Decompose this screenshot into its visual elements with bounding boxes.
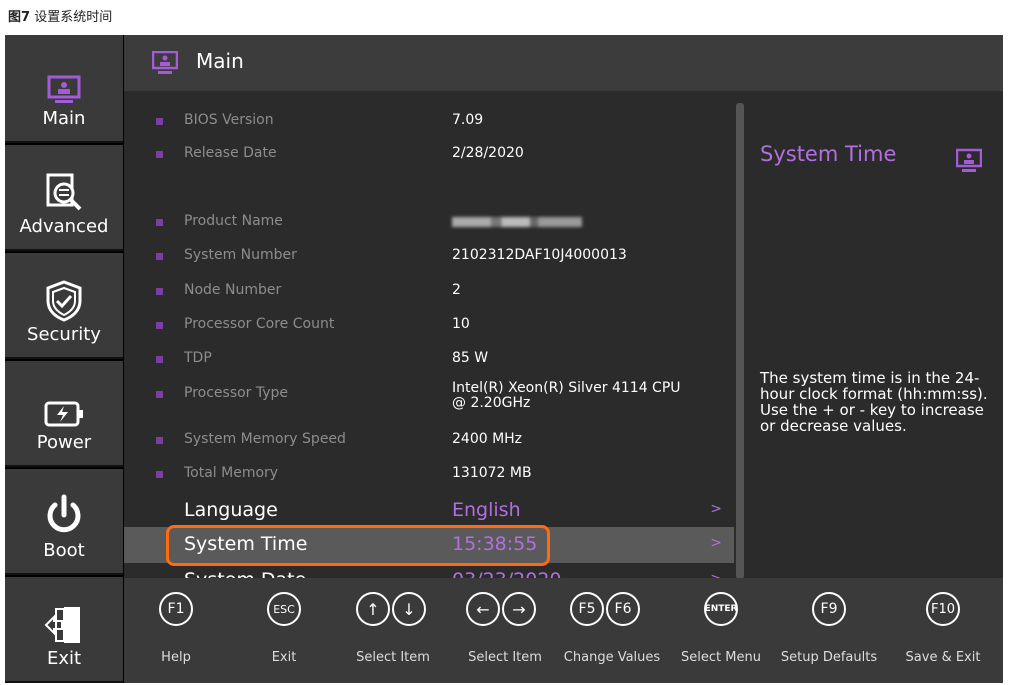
shield-icon <box>46 280 82 322</box>
setting-value[interactable]: English <box>452 499 521 521</box>
bullet-icon <box>156 118 163 125</box>
info-label: System Memory Speed <box>184 431 346 447</box>
figure-title: 设置系统时间 <box>34 10 113 25</box>
bullet-icon <box>156 322 163 329</box>
scrollbar[interactable] <box>736 103 744 579</box>
info-label: Total Memory <box>184 465 279 481</box>
info-value: 2102312DAF10J4000013 <box>452 247 627 263</box>
info-row-system-number: System Number 2102312DAF10J4000013 <box>124 241 734 271</box>
key-label-select-menu: Select Menu <box>681 650 761 665</box>
info-label: Node Number <box>184 282 282 298</box>
sidebar-item-exit[interactable]: Exit <box>5 577 123 683</box>
help-title: System Time <box>760 142 897 166</box>
magnifier-document-icon <box>46 173 82 211</box>
info-value-redacted <box>452 217 582 227</box>
info-row-node-number: Node Number 2 <box>124 276 734 306</box>
info-row-memory-speed: System Memory Speed 2400 MHz <box>124 425 734 455</box>
bullet-icon <box>156 219 163 226</box>
setting-label: Language <box>184 499 278 521</box>
f9-key-icon[interactable]: F9 <box>812 592 846 626</box>
info-value: Intel(R) Xeon(R) Silver 4114 CPU @ 2.20G… <box>452 381 681 411</box>
info-label: TDP <box>184 350 212 366</box>
info-row-core-count: Processor Core Count 10 <box>124 310 734 340</box>
chevron-right-icon: > <box>710 535 722 551</box>
sidebar-item-security[interactable]: Security <box>5 253 123 359</box>
sidebar-item-boot[interactable]: Boot <box>5 469 123 575</box>
esc-key-icon[interactable]: ESC <box>267 592 301 626</box>
bullet-icon <box>156 471 163 478</box>
setting-row-system-time[interactable]: System Time 15:38:55 > <box>124 527 734 563</box>
exit-door-icon <box>44 607 80 643</box>
info-value: 85 W <box>452 350 489 366</box>
bullet-icon <box>156 151 163 158</box>
info-label: BIOS Version <box>184 112 274 128</box>
info-row-bios-version: BIOS Version 7.09 <box>124 106 734 136</box>
info-value: 2400 MHz <box>452 431 523 447</box>
info-value-line1: Intel(R) Xeon(R) Silver 4114 CPU <box>452 380 681 396</box>
figure-caption: 图7 设置系统时间 <box>8 6 112 25</box>
info-label: System Number <box>184 247 297 263</box>
key-label-save-exit: Save & Exit <box>905 650 981 665</box>
help-description: The system time is in the 24-hour clock … <box>760 369 988 435</box>
key-label-select-item: Select Item <box>356 650 430 665</box>
info-value: 2 <box>452 282 461 298</box>
info-row-release-date: Release Date 2/28/2020 <box>124 139 734 169</box>
figure-number: 图7 <box>8 10 31 25</box>
info-value: 7.09 <box>452 112 484 128</box>
bullet-icon <box>156 288 163 295</box>
sidebar-item-label: Security <box>27 324 101 345</box>
info-label: Processor Type <box>184 385 289 401</box>
key-label-select-item: Select Item <box>468 650 542 665</box>
setting-label: System Time <box>184 533 308 555</box>
bullet-icon <box>156 253 163 260</box>
info-row-product-name: Product Name <box>124 207 734 237</box>
info-value: 131072 MB <box>452 465 532 481</box>
info-label: Product Name <box>184 213 283 229</box>
sidebar-item-label: Boot <box>43 540 85 561</box>
enter-key-icon[interactable]: ENTER <box>704 592 738 626</box>
power-icon <box>47 494 81 533</box>
info-value: 10 <box>452 316 470 332</box>
sidebar-item-label: Exit <box>46 648 82 669</box>
sidebar-item-advanced[interactable]: Advanced <box>5 145 123 251</box>
page-title: Main <box>196 49 244 73</box>
sidebar-item-label: Power <box>36 432 92 453</box>
arrow-left-key-icon[interactable]: ← <box>466 592 500 626</box>
info-value: 2/28/2020 <box>452 145 524 161</box>
bullet-icon <box>156 391 163 398</box>
sidebar-item-main[interactable]: Main <box>5 35 123 143</box>
main-header: Main <box>124 35 1003 91</box>
sidebar: Main Advanced Security Power Boot Exit <box>5 35 123 683</box>
sidebar-item-label: Main <box>42 108 86 129</box>
bullet-icon <box>156 356 163 363</box>
info-label: Processor Core Count <box>184 316 335 332</box>
info-row-total-memory: Total Memory 131072 MB <box>124 459 734 489</box>
key-label-exit: Exit <box>271 650 297 665</box>
f10-key-icon[interactable]: F10 <box>926 592 960 626</box>
monitor-icon <box>47 75 81 103</box>
sidebar-item-label: Advanced <box>19 216 109 237</box>
setting-value[interactable]: 15:38:55 <box>452 533 537 555</box>
info-value-line2: @ 2.20GHz <box>452 395 531 411</box>
arrow-down-key-icon[interactable]: ↓ <box>392 592 426 626</box>
sidebar-item-power[interactable]: Power <box>5 361 123 467</box>
key-bar: F1 Help ESC Exit ↑ ↓ Select Item ← → Sel… <box>124 578 1003 683</box>
f1-key-icon[interactable]: F1 <box>159 592 193 626</box>
monitor-icon <box>956 148 982 172</box>
info-row-tdp: TDP 85 W <box>124 344 734 374</box>
arrow-up-key-icon[interactable]: ↑ <box>356 592 390 626</box>
info-label: Release Date <box>184 145 277 161</box>
key-label-setup-defaults: Setup Defaults <box>780 650 878 665</box>
key-label-change-values: Change Values <box>563 650 661 665</box>
f5-key-icon[interactable]: F5 <box>570 592 604 626</box>
setting-row-language[interactable]: Language English > <box>124 493 734 529</box>
monitor-icon <box>152 51 178 74</box>
f6-key-icon[interactable]: F6 <box>606 592 640 626</box>
arrow-right-key-icon[interactable]: → <box>502 592 536 626</box>
chevron-right-icon: > <box>710 501 722 517</box>
battery-icon <box>44 401 83 427</box>
info-row-processor-type: Processor Type Intel(R) Xeon(R) Silver 4… <box>124 379 734 419</box>
key-label-help: Help <box>161 650 191 665</box>
bullet-icon <box>156 437 163 444</box>
